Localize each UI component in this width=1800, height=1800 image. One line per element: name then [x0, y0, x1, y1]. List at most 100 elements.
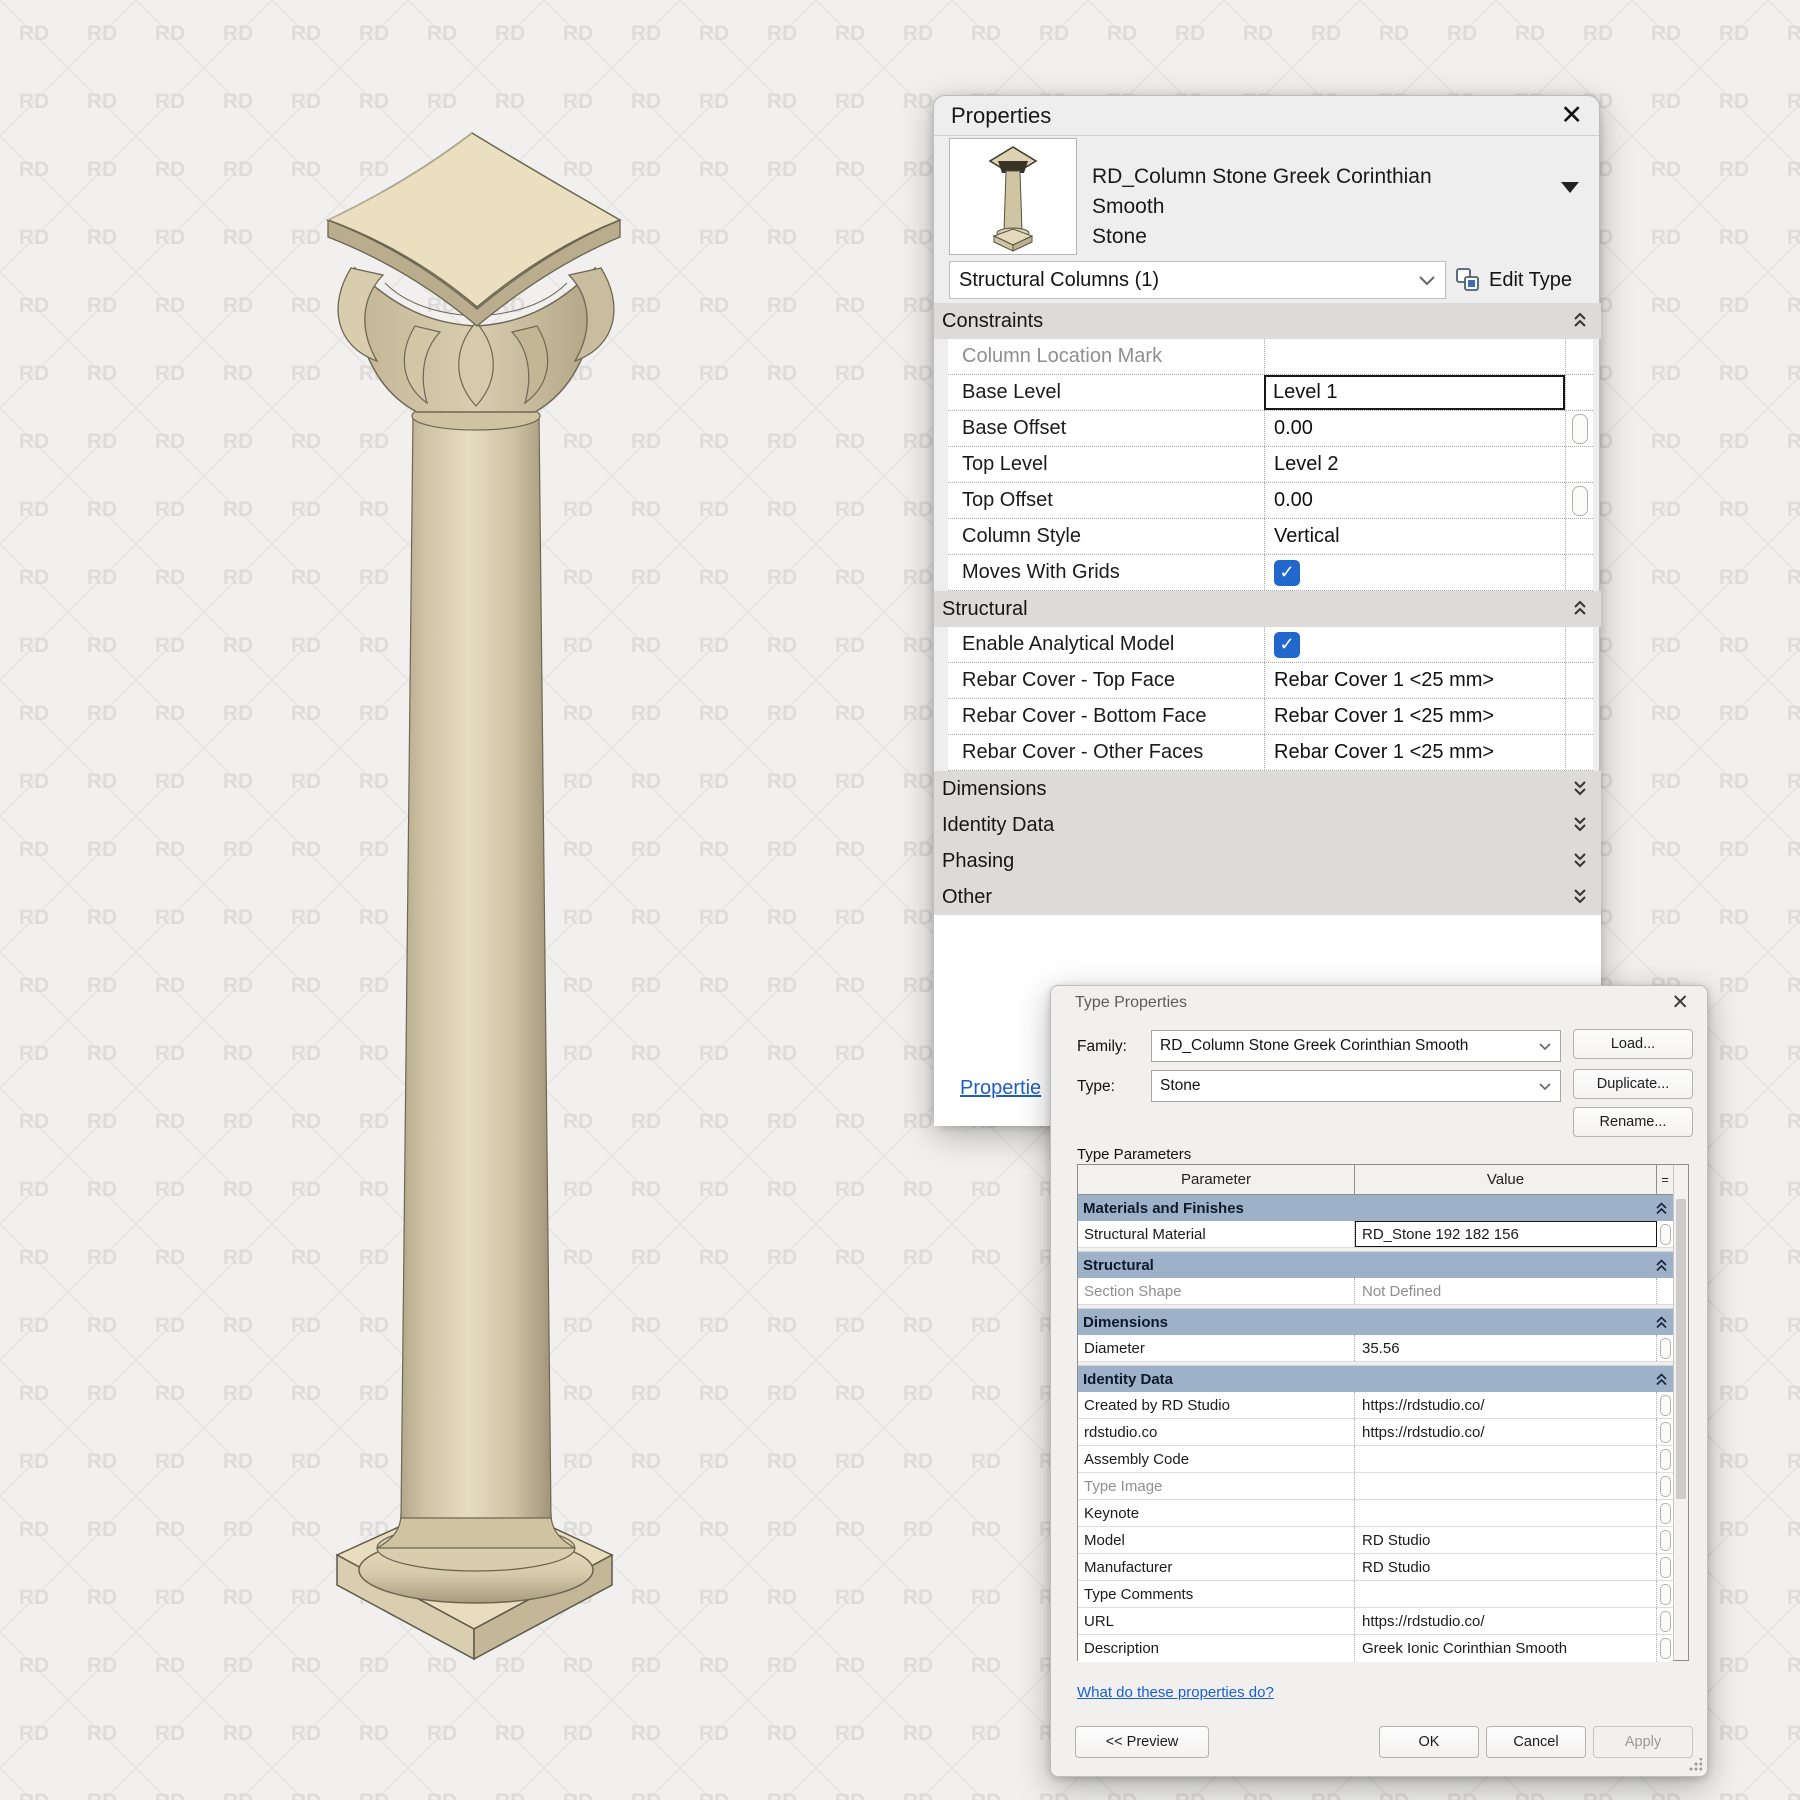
param-value[interactable]: RD Studio [1355, 1554, 1657, 1580]
checkbox-checked[interactable]: ✓ [1274, 631, 1300, 658]
associate-param-button[interactable] [1659, 1502, 1671, 1524]
param-value[interactable]: https://rdstudio.co/ [1355, 1608, 1657, 1634]
table-row: rdstudio.co https://rdstudio.co/ [1078, 1419, 1673, 1446]
duplicate-button[interactable]: Duplicate... [1573, 1069, 1693, 1099]
param-value[interactable]: https://rdstudio.co/ [1355, 1392, 1657, 1418]
param-value[interactable]: https://rdstudio.co/ [1355, 1419, 1657, 1445]
corinthian-column-render [326, 132, 622, 1661]
type-parameters-table: Parameter Value = Materials and Finishes… [1077, 1164, 1689, 1662]
table-header-row: Parameter Value = [1078, 1165, 1673, 1195]
table-row: URL https://rdstudio.co/ [1078, 1608, 1673, 1635]
param-value[interactable] [1355, 1446, 1657, 1472]
table-row: Manufacturer RD Studio [1078, 1554, 1673, 1581]
param-value[interactable]: 35.56 [1355, 1335, 1657, 1361]
collapse-up-icon [1656, 1316, 1667, 1329]
param-value: Not Defined [1355, 1278, 1657, 1304]
close-icon[interactable]: ✕ [1671, 990, 1689, 1015]
group-header-structural[interactable]: Structural [1078, 1252, 1673, 1278]
property-row: Top Level Level 2 [948, 447, 1593, 483]
preview-button[interactable]: << Preview [1075, 1726, 1209, 1758]
associate-param-button[interactable] [1659, 1448, 1671, 1470]
associate-param-button[interactable] [1659, 1394, 1671, 1416]
associate-param-button[interactable] [1659, 1475, 1671, 1497]
associate-param-button[interactable] [1571, 413, 1588, 444]
category-filter-combo[interactable]: Structural Columns (1) [949, 261, 1446, 299]
param-value[interactable]: RD_Stone 192 182 156 [1355, 1221, 1657, 1247]
property-value[interactable]: Level 2 [1264, 447, 1565, 482]
properties-help-link[interactable]: Propertie [960, 1077, 1041, 1100]
section-header-phasing[interactable]: Phasing [934, 843, 1601, 879]
associate-param-button[interactable] [1659, 1556, 1671, 1578]
resize-grip[interactable] [1688, 1758, 1702, 1772]
family-combo[interactable]: RD_Column Stone Greek Corinthian Smooth [1151, 1030, 1561, 1062]
property-value[interactable]: Rebar Cover 1 <25 mm> [1264, 735, 1565, 770]
table-row: Diameter 35.56 [1078, 1335, 1673, 1362]
associate-param-button[interactable] [1659, 1638, 1671, 1659]
type-thumbnail-column [988, 146, 1038, 252]
property-value[interactable]: 0.00 [1264, 411, 1565, 446]
collapse-up-icon [1656, 1202, 1667, 1215]
section-header-other[interactable]: Other [934, 879, 1601, 915]
scrollbar-thumb[interactable] [1676, 1199, 1686, 1499]
property-value[interactable]: 0.00 [1264, 483, 1565, 518]
ok-button[interactable]: OK [1379, 1726, 1479, 1758]
family-label: Family: [1077, 1038, 1127, 1055]
properties-titlebar: Properties ✕ [934, 96, 1599, 136]
category-filter-value: Structural Columns (1) [959, 268, 1160, 291]
property-value[interactable]: Level 1 [1264, 375, 1565, 410]
column-shaft [400, 415, 552, 1519]
associate-param-button[interactable] [1659, 1529, 1671, 1551]
table-row: Created by RD Studio https://rdstudio.co… [1078, 1392, 1673, 1419]
associate-param-button[interactable] [1659, 1337, 1671, 1359]
type-selector-caret-icon[interactable] [1561, 182, 1579, 193]
expand-down-icon [1574, 853, 1586, 868]
type-selector[interactable]: RD_Column Stone Greek Corinthian Smooth … [1092, 162, 1492, 252]
property-value[interactable] [1264, 339, 1565, 374]
group-header-identity-data[interactable]: Identity Data [1078, 1366, 1673, 1392]
rename-button[interactable]: Rename... [1573, 1107, 1693, 1137]
property-row: Base Offset 0.00 [948, 411, 1593, 447]
property-value[interactable]: Rebar Cover 1 <25 mm> [1264, 663, 1565, 698]
group-header-materials[interactable]: Materials and Finishes [1078, 1195, 1673, 1221]
section-header-structural[interactable]: Structural [934, 591, 1601, 627]
table-row: Type Comments [1078, 1581, 1673, 1608]
property-row: Base Level Level 1 [948, 375, 1593, 411]
close-icon[interactable]: ✕ [1560, 100, 1583, 130]
column-header-parameter[interactable]: Parameter [1078, 1165, 1355, 1194]
associate-param-button[interactable] [1571, 485, 1588, 516]
param-value[interactable] [1355, 1500, 1657, 1526]
group-header-dimensions[interactable]: Dimensions [1078, 1309, 1673, 1335]
associate-param-button[interactable] [1659, 1583, 1671, 1605]
section-header-constraints[interactable]: Constraints [934, 303, 1601, 339]
table-row: Section Shape Not Defined [1078, 1278, 1673, 1305]
associate-param-button[interactable] [1659, 1223, 1671, 1245]
checkbox-checked[interactable]: ✓ [1274, 559, 1300, 586]
property-value[interactable]: Vertical [1264, 519, 1565, 554]
property-row: Enable Analytical Model ✓ [948, 627, 1593, 663]
param-value[interactable]: RD Studio [1355, 1527, 1657, 1553]
chevron-down-icon [1419, 276, 1435, 286]
param-value[interactable]: Greek Ionic Corinthian Smooth [1355, 1635, 1657, 1662]
table-row: Keynote [1078, 1500, 1673, 1527]
property-value[interactable]: Rebar Cover 1 <25 mm> [1264, 699, 1565, 734]
properties-panel: Properties ✕ RD_Column Stone Greek Corin… [933, 95, 1601, 1126]
collapse-up-icon [1656, 1373, 1667, 1386]
table-row: Assembly Code [1078, 1446, 1673, 1473]
column-header-value[interactable]: Value [1355, 1165, 1657, 1194]
edit-type-button[interactable]: Edit Type [1455, 261, 1572, 299]
properties-help-link[interactable]: What do these properties do? [1077, 1684, 1274, 1701]
section-header-dimensions[interactable]: Dimensions [934, 771, 1601, 807]
type-value: Stone [1160, 1077, 1201, 1094]
cancel-button[interactable]: Cancel [1486, 1726, 1586, 1758]
type-combo[interactable]: Stone [1151, 1070, 1561, 1102]
table-scrollbar[interactable] [1673, 1165, 1688, 1660]
param-value[interactable] [1355, 1581, 1657, 1607]
load-button[interactable]: Load... [1573, 1029, 1693, 1059]
property-row: Column Location Mark [948, 339, 1593, 375]
table-row: Type Image [1078, 1473, 1673, 1500]
associate-param-button[interactable] [1659, 1421, 1671, 1443]
expand-down-icon [1574, 781, 1586, 796]
associate-param-button[interactable] [1659, 1610, 1671, 1632]
table-row: Model RD Studio [1078, 1527, 1673, 1554]
section-header-identity-data[interactable]: Identity Data [934, 807, 1601, 843]
